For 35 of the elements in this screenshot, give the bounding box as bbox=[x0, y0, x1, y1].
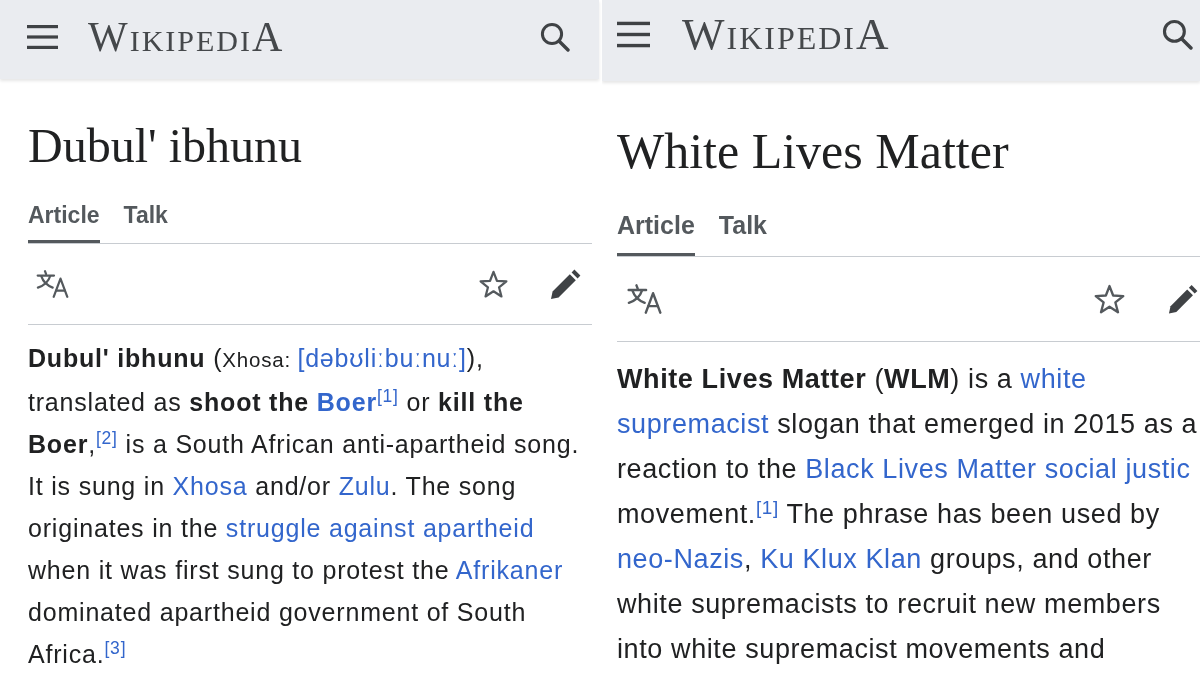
star-icon[interactable] bbox=[478, 269, 509, 299]
tab[interactable]: Talk bbox=[718, 211, 767, 256]
article-link[interactable]: Zulu bbox=[338, 472, 391, 500]
citation-link[interactable]: [1] bbox=[755, 496, 779, 518]
article-link[interactable]: Afrikaner bbox=[455, 556, 564, 584]
citation-link[interactable]: [3] bbox=[104, 638, 127, 659]
article-link[interactable]: struggle against apartheid bbox=[225, 514, 535, 542]
citation-link[interactable]: [1] bbox=[376, 386, 399, 407]
language-icon[interactable] bbox=[627, 284, 662, 314]
pencil-icon[interactable] bbox=[550, 268, 581, 300]
search-icon[interactable] bbox=[1162, 19, 1193, 50]
star-icon[interactable] bbox=[1093, 283, 1126, 315]
article-link[interactable]: neo-Nazis bbox=[617, 544, 744, 574]
logo-wordmark[interactable]: WIKIPEDIA bbox=[682, 12, 891, 57]
menu-icon[interactable] bbox=[617, 21, 650, 48]
article-link[interactable]: [dəbʊliːbuːnuː] bbox=[297, 344, 467, 372]
lead-paragraph: Dubul' ibhunu (Xhosa: [dəbʊliːbuːnuː]), translated as shoot the Boer$^{[1]}$ or kill the Boer,$^{[2]}$ is a South African anti-apartheid song. It is sung in Xhosa and/or Zulu. The song originates in the struggle against apartheid when it was first sung to protest the Afrikaner dominated apartheid government of South Africa.$^{[3]}$ bbox=[28, 343, 581, 670]
article-link[interactable]: Black Lives Matter social justic bbox=[805, 454, 1191, 484]
article-link[interactable]: Xhosa bbox=[172, 472, 248, 500]
language-icon[interactable] bbox=[36, 270, 69, 298]
article-link[interactable]: supremacist bbox=[617, 409, 770, 439]
article-link[interactable]: Ku Klux Klan bbox=[760, 544, 922, 574]
article-link[interactable]: white bbox=[1020, 364, 1087, 394]
citation-link[interactable]: [2] bbox=[95, 428, 118, 449]
menu-icon[interactable] bbox=[27, 24, 58, 49]
logo-wordmark[interactable]: WIKIPEDIA bbox=[88, 15, 285, 58]
article-title: White Lives Matter bbox=[617, 122, 1010, 180]
tab[interactable]: Talk bbox=[123, 202, 168, 243]
pencil-icon[interactable] bbox=[1168, 283, 1198, 315]
search-icon[interactable] bbox=[540, 21, 570, 52]
article-title: Dubul' ibhunu bbox=[28, 118, 303, 174]
tab[interactable]: Article bbox=[617, 211, 695, 256]
article-link[interactable]: Boer bbox=[316, 388, 377, 416]
tab[interactable]: Article bbox=[28, 202, 100, 243]
lead-paragraph: White Lives Matter (WLM) is a white supremacist slogan that emerged in 2015 as a reaction to the Black Lives Matter social justic movement.$^{[1]}$ The phrase has been used by neo-Nazis, Ku Klux Klan groups, and other white supremacists to recruit new members into white supremacist movements and bbox=[617, 363, 1199, 666]
